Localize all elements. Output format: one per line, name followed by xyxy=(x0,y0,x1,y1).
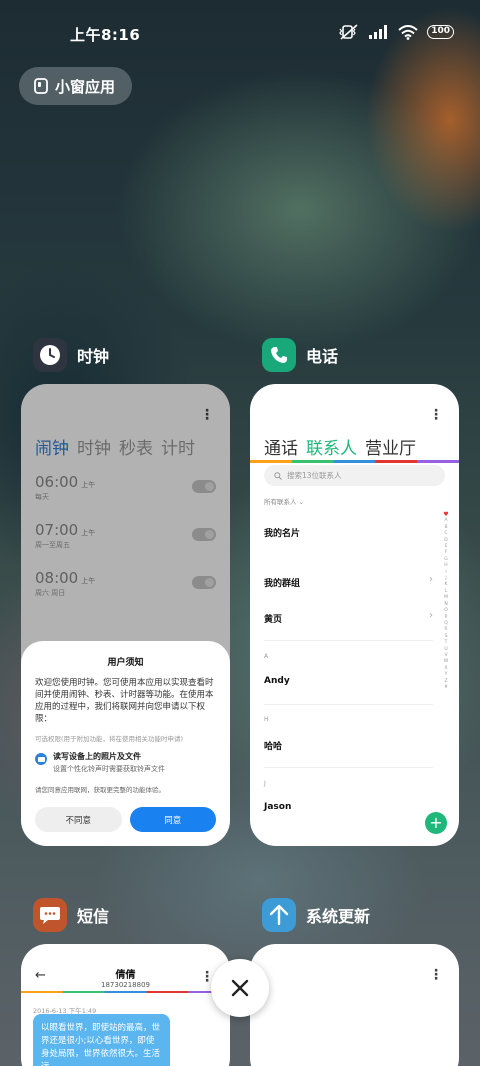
more-menu-icon[interactable]: ⋮ xyxy=(429,408,443,422)
divider xyxy=(264,640,433,641)
search-icon xyxy=(274,471,282,480)
section-header: H xyxy=(264,716,269,723)
status-icons: 100 xyxy=(338,24,454,40)
index-letter[interactable]: # xyxy=(444,685,448,691)
my-card-item[interactable]: 我的名片 xyxy=(264,526,300,539)
phone-icon xyxy=(271,347,287,363)
message-bubble[interactable]: 以眼看世界，即使站的最高，世界还是很小;以心看世界，即使身处局限，世界依然很大。… xyxy=(33,1014,170,1066)
tab-indicator-bar xyxy=(250,460,459,463)
conversation-contact-name: 倩倩 xyxy=(115,970,136,981)
tab-contacts[interactable]: 联系人 xyxy=(306,434,357,459)
status-time: 上午8:16 xyxy=(70,26,141,44)
contact-filter-dropdown[interactable]: 所有联系人 ⌄ xyxy=(264,496,304,506)
clock-icon xyxy=(40,345,60,365)
sms-app-card[interactable]: ← ⋮ 倩倩 18730218809 2016-6-13 下午1:49 以眼看世… xyxy=(21,944,230,1066)
close-icon xyxy=(231,979,249,997)
clear-all-button[interactable] xyxy=(211,959,269,1017)
search-placeholder: 搜索13位联系人 xyxy=(287,471,342,480)
agree-button[interactable]: 同意 xyxy=(129,807,216,832)
floating-window-apps-label: 小窗应用 xyxy=(55,77,116,96)
permission-desc: 设置个性化铃声时需要获取铃声文件 xyxy=(53,765,165,773)
divider xyxy=(264,704,433,705)
clock-app-icon xyxy=(33,338,67,372)
contact-item[interactable]: Jason xyxy=(264,802,291,812)
dialog-optional-note: 可选权限(用于附加功能，将在使用相关功能时申请) xyxy=(35,735,184,743)
floating-window-icon xyxy=(34,78,48,94)
tab-service-hall[interactable]: 营业厅 xyxy=(365,434,416,459)
alphabet-index-scrollbar[interactable]: ♥ A B C D E F G H I J K L M N O P Q R S T U V W X Y Z # xyxy=(442,511,450,691)
system-update-app-icon xyxy=(262,898,296,932)
battery-indicator: 100 xyxy=(427,25,454,39)
muted-vibrate-icon xyxy=(339,24,358,40)
yellow-pages-item[interactable]: 黄页 xyxy=(264,612,282,625)
contact-search-input[interactable]: 搜索13位联系人 xyxy=(264,465,445,486)
phone-app-name: 电话 xyxy=(306,347,339,366)
phone-app-card[interactable]: ⋮ 通话 联系人 营业厅 搜索13位联系人 所有联系人 ⌄ 我的名片 我的群组 … xyxy=(250,384,459,846)
section-header: J xyxy=(264,780,266,787)
chevron-right-icon: › xyxy=(429,610,433,621)
phone-app-header[interactable]: 电话 xyxy=(262,338,338,372)
system-update-app-card[interactable]: ⋮ xyxy=(250,944,459,1066)
my-groups-item[interactable]: 我的群组 xyxy=(264,576,300,589)
chevron-right-icon: › xyxy=(429,574,433,585)
contact-item[interactable]: 哈哈 xyxy=(264,739,282,752)
message-bubble-icon xyxy=(40,907,60,924)
header-color-bar xyxy=(21,991,230,993)
dialog-network-note: 请您同意应用联网，获取更完整的功能体验。 xyxy=(35,786,165,794)
more-menu-icon[interactable]: ⋮ xyxy=(429,968,443,982)
contact-item[interactable]: Andy xyxy=(264,676,290,686)
clock-app-card[interactable]: ⋮ 闹钟 时钟 秒表 计时 06:00 上午 每天 07:00 上午 周一至周五 0… xyxy=(21,384,230,846)
section-header: A xyxy=(264,653,269,660)
phone-app-icon xyxy=(262,338,296,372)
system-update-app-header[interactable]: 系统更新 xyxy=(262,898,370,932)
sms-app-icon xyxy=(33,898,67,932)
arrow-up-icon xyxy=(269,904,289,926)
tab-calls[interactable]: 通话 xyxy=(264,434,298,459)
wifi-icon xyxy=(398,24,418,40)
dialog-buttons: 不同意 同意 xyxy=(35,807,216,832)
floating-window-apps-button[interactable]: 小窗应用 xyxy=(19,67,132,105)
permission-title: 读写设备上的照片及文件 xyxy=(53,752,141,761)
conversation-contact-number: 18730218809 xyxy=(101,981,150,989)
sms-app-name: 短信 xyxy=(77,907,110,926)
add-contact-button[interactable]: + xyxy=(425,812,447,834)
dialog-body: 欢迎您使用时钟。您可使用本应用以实现查看时间并使用闹钟、秒表、计时器等功能。在使… xyxy=(35,678,214,724)
clock-app-name: 时钟 xyxy=(77,347,110,366)
status-bar: 上午8:16 100 xyxy=(0,0,480,64)
system-update-app-name: 系统更新 xyxy=(306,907,371,926)
permission-item: 读写设备上的照片及文件 设置个性化铃声时需要获取铃声文件 xyxy=(35,751,216,774)
signal-icon xyxy=(369,25,388,39)
dialog-title: 用户须知 xyxy=(107,658,144,668)
user-notice-dialog: 用户须知 欢迎您使用时钟。您可使用本应用以实现查看时间并使用闹钟、秒表、计时器等… xyxy=(21,641,230,846)
sms-app-header[interactable]: 短信 xyxy=(33,898,109,932)
phone-tabs: 通话 联系人 营业厅 xyxy=(264,434,416,459)
divider xyxy=(264,767,433,768)
clock-app-header[interactable]: 时钟 xyxy=(33,338,109,372)
folder-icon xyxy=(35,753,47,765)
disagree-button[interactable]: 不同意 xyxy=(35,807,122,832)
